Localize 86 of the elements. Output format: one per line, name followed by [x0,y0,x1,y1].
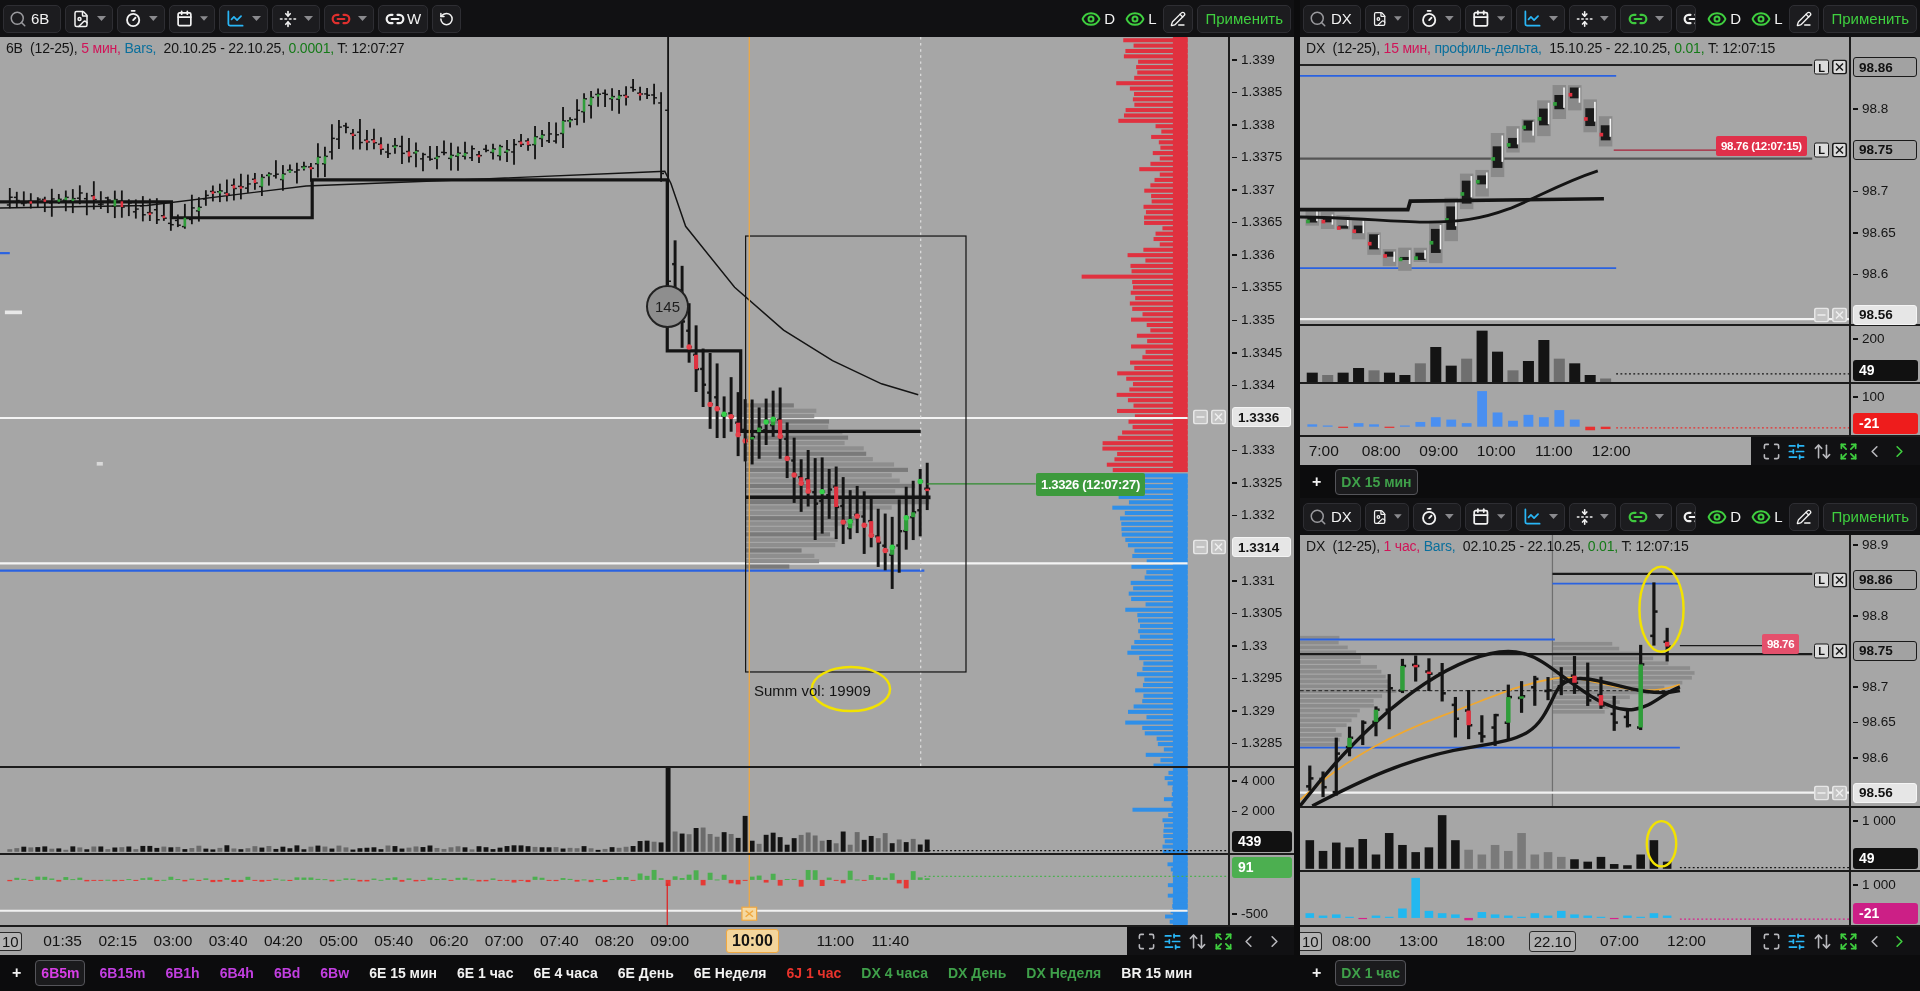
time-label: 12:00 [1591,442,1631,460]
time-label: 11:00 [1534,442,1573,460]
price-label: 98.65 [1851,714,1896,730]
level-price-tag: 1.3314 [1232,537,1291,558]
price-label: 1.3375 [1230,149,1283,165]
time-label: 10:00 [1476,442,1516,460]
price-tag: 98.76 (12:07:15) [1716,136,1807,156]
delta-scale-label: -500 [1230,905,1269,921]
count-marker: 145 [646,285,689,328]
price-label: 1.333 [1230,442,1275,458]
alert-price-tag: 98.86 [1853,569,1917,590]
delta-value-tag: 91 [1232,856,1292,878]
volume-value-tag: 439 [1232,830,1292,852]
price-label: 98.6 [1851,749,1889,765]
date-label: 22.10 [1528,930,1577,952]
time-label: 12:00 [1667,932,1706,950]
price-label: 1.3385 [1230,84,1283,100]
level-price-tag: 1.3336 [1232,407,1291,428]
price-label: 1.339 [1230,51,1275,67]
price-label: 98.9 [1851,536,1889,552]
price-label: 98.8 [1851,607,1889,623]
price-label: 1.33 [1230,637,1268,653]
price-label: 98.6 [1851,266,1889,282]
price-label: 1.3355 [1230,279,1283,295]
time-label: 04:20 [263,932,303,950]
price-label: 98.7 [1851,678,1889,694]
time-label: 07:40 [539,932,579,950]
price-tag: 98.76 [1762,634,1800,654]
price-label: 1.3325 [1230,474,1283,490]
price-label: 1.3345 [1230,344,1283,360]
alert-price-tag: 98.86 [1853,57,1917,77]
chart-info: DX (12-25), 1 час, Bars, 02.10.25 - 22.10.25, 0.01, T: 12:07:15 [1306,538,1689,554]
time-label: 08:00 [1361,442,1401,460]
price-label: 1.335 [1230,312,1275,327]
time-label: 01:35 [43,932,82,950]
price-tag: 1.3326 (12:07:27) [1036,473,1145,496]
time-label: 11:40 [871,932,910,950]
delta-scale-label: 100 [1851,388,1885,404]
time-label: 07:00 [1600,932,1639,950]
delta-scale-label: 1 000 [1851,876,1896,892]
time-label: 05:00 [319,932,358,950]
time-label: 05:40 [374,932,414,950]
time-label: 03:00 [153,932,193,950]
time-label: 06:20 [429,932,469,950]
time-label: 09:00 [1419,442,1459,460]
price-label: 1.3295 [1230,670,1283,686]
price-label: 1.336 [1230,246,1275,262]
level-price-tag: 98.56 [1853,304,1917,325]
price-label: 98.8 [1851,100,1889,116]
volume-scale-label: 200 [1851,330,1885,346]
time-label: 10 [1300,931,1322,951]
time-label: 03:40 [208,932,248,950]
price-label: 1.3285 [1230,735,1283,751]
time-label: 18:00 [1466,932,1505,950]
time-label: 08:20 [595,932,634,950]
alert-price-tag: 98.75 [1853,640,1917,661]
cursor-time-label: 10:00 [726,929,779,953]
volume-scale-label: 4 000 [1230,772,1275,788]
alert-price-tag: 98.75 [1853,139,1917,160]
volume-value-tag: 49 [1853,847,1918,869]
time-label: 10 [0,931,22,951]
price-label: 1.332 [1230,507,1275,523]
time-label: 02:15 [98,932,138,950]
price-label: 1.338 [1230,116,1275,132]
price-label: 1.334 [1230,377,1275,393]
price-label: 98.65 [1851,224,1896,240]
delta-value-tag: -21 [1853,412,1918,434]
time-label: 09:00 [650,932,690,950]
time-label: 11:00 [816,932,855,950]
time-label: 07:00 [484,932,524,950]
price-label: 1.337 [1230,181,1275,197]
volume-scale-label: 1 000 [1851,812,1896,828]
price-label: 1.3365 [1230,214,1283,230]
time-label: 08:00 [1332,932,1371,950]
price-label: 1.331 [1230,572,1275,588]
time-label: 13:00 [1399,932,1438,950]
level-price-tag: 98.56 [1853,782,1917,803]
price-label: 1.329 [1230,702,1275,718]
time-label: 7:00 [1308,442,1339,460]
chart-info: DX (12-25), 15 мин, профиль-дельта, 15.10.25 - 22.10.25, 0.01, T: 12:07:15 [1306,40,1776,56]
delta-value-tag: -21 [1853,902,1918,924]
volume-value-tag: 49 [1853,359,1918,381]
price-label: 1.3305 [1230,605,1283,621]
volume-scale-label: 2 000 [1230,803,1275,818]
price-label: 98.7 [1851,183,1889,199]
chart-info: 6B (12-25), 5 мин, Bars, 20.10.25 - 22.10.25, 0.0001, T: 12:07:27 [6,40,405,56]
